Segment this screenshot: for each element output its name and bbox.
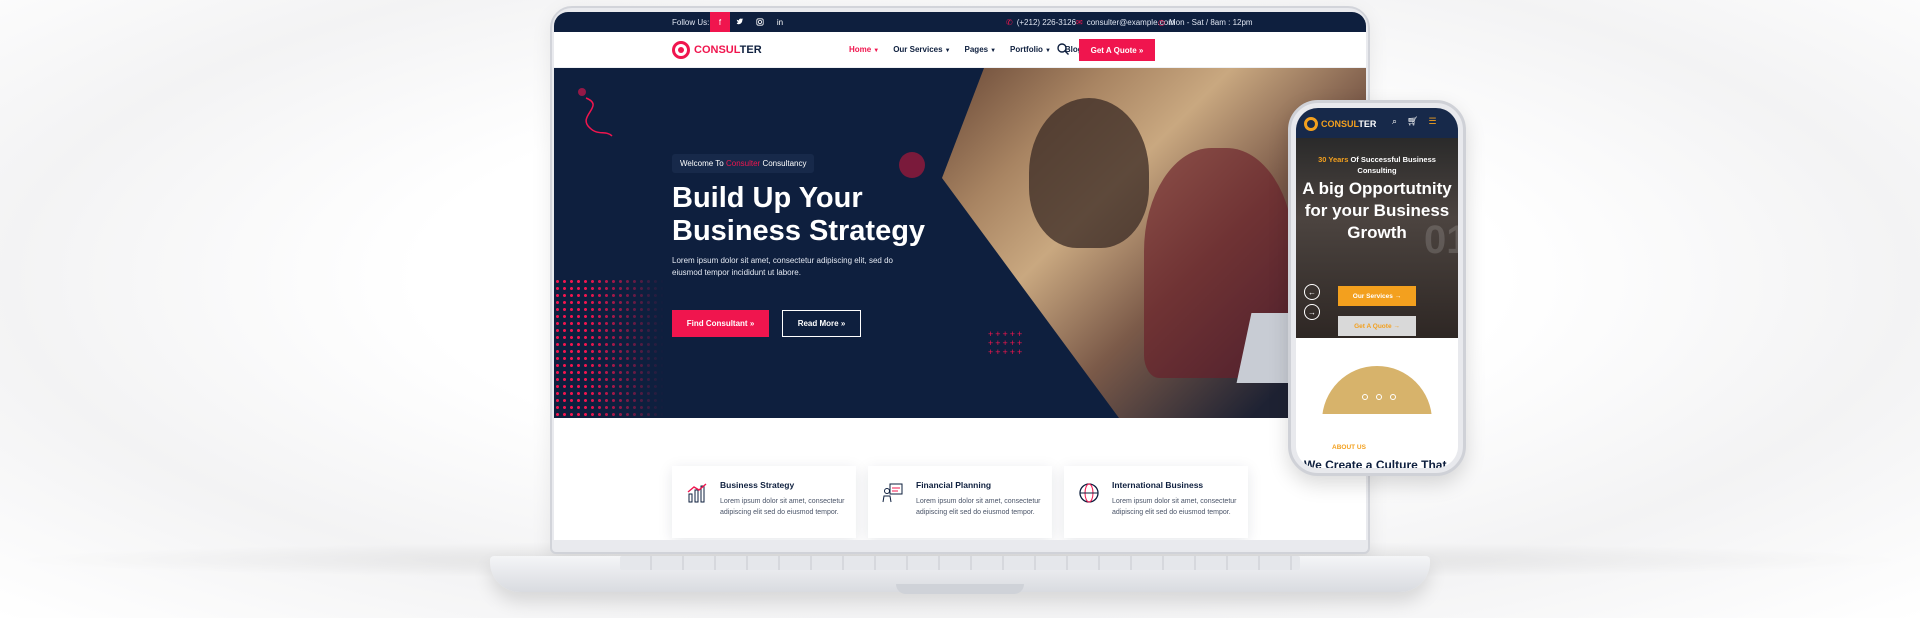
caret-down-icon: ▼ <box>1044 48 1051 54</box>
slider-dot[interactable] <box>1376 394 1382 400</box>
laptop-keyboard <box>620 556 1300 570</box>
nav-home[interactable]: Home ▼ <box>849 45 879 54</box>
top-bar: Follow Us: f in ✆ (+212) 226-3126 ✉ cons… <box>554 12 1366 32</box>
globe-icon <box>1079 483 1099 503</box>
caret-down-icon: ▼ <box>873 48 880 54</box>
service-title: International Business <box>1112 480 1204 490</box>
dot-pattern <box>554 278 664 418</box>
service-card-financial-planning[interactable]: Financial Planning Lorem ipsum dolor sit… <box>868 466 1052 538</box>
mobile-get-quote-button[interactable]: Get A Quote → <box>1338 316 1416 336</box>
plus-pattern: +++++ +++++ +++++ <box>988 329 1025 357</box>
slider-dot[interactable] <box>1390 394 1396 400</box>
nav-our-services[interactable]: Our Services ▼ <box>893 45 950 54</box>
hero-title: Build Up Your Business Strategy <box>672 182 926 247</box>
menu-icon[interactable]: ☰ <box>1428 116 1436 127</box>
about-label: ABOUT US <box>1332 444 1366 451</box>
hero-description: Lorem ipsum dolor sit amet, consectetur … <box>672 256 893 277</box>
mobile-header-icons: ⌕ 🛒︎ ☰ <box>1392 116 1437 127</box>
get-quote-button[interactable]: Get A Quote » <box>1079 39 1155 61</box>
logo-icon <box>1304 117 1318 131</box>
get-quote-label: Get A Quote <box>1090 45 1137 55</box>
decor-circle <box>899 152 925 178</box>
main-nav: Home ▼ Our Services ▼ Pages ▼ Portfolio ▼ Bl… <box>849 45 1091 54</box>
service-card-international-business[interactable]: International Business Lorem ipsum dolor… <box>1064 466 1248 538</box>
prev-arrow-icon[interactable]: ← <box>1304 284 1320 300</box>
hero-section: +++++ +++++ +++++ Welcome To Consulter Con… <box>554 68 1366 418</box>
phone-icon: ✆ <box>1006 18 1013 27</box>
site-header: CONSULTER Home ▼ Our Services ▼ Pages ▼ Por… <box>554 32 1366 68</box>
instagram-icon[interactable] <box>750 12 770 32</box>
phone-text: (+212) 226-3126 <box>1016 18 1077 27</box>
slider-dots <box>1362 394 1396 400</box>
find-consultant-button[interactable]: Find Consultant » <box>672 310 769 337</box>
about-heading: We Create a Culture That <box>1304 458 1447 468</box>
logo-text-part2: TER <box>739 44 762 56</box>
mobile-our-services-button[interactable]: Our Services → <box>1338 286 1416 306</box>
laptop-notch <box>896 584 1024 594</box>
squiggle-shape <box>578 88 613 137</box>
search-icon[interactable]: ⌕ <box>1392 116 1397 127</box>
presentation-icon <box>882 483 903 503</box>
logo-text-part1: CONSUL <box>694 44 740 56</box>
slider-dot[interactable] <box>1362 394 1368 400</box>
logo-icon <box>672 41 690 59</box>
caret-down-icon: ▼ <box>990 48 997 54</box>
clock-icon: ◷ <box>1158 18 1165 27</box>
mail-icon: ✉ <box>1076 18 1083 27</box>
mobile-hero: 30 Years Of Successful Business Consulti… <box>1296 138 1458 338</box>
hours-info: ◷ Mon - Sat / 8am : 12pm <box>1158 18 1253 27</box>
hours-text: Mon - Sat / 8am : 12pm <box>1168 18 1253 27</box>
service-description: Lorem ipsum dolor sit amet, consectetur … <box>1112 498 1237 516</box>
nav-portfolio[interactable]: Portfolio ▼ <box>1010 45 1051 54</box>
service-title: Financial Planning <box>916 480 992 490</box>
mobile-header: CONSULTER ⌕ 🛒︎ ☰ <box>1296 108 1458 138</box>
welcome-badge: Welcome To Consulter Consultancy <box>672 154 815 173</box>
nav-pages[interactable]: Pages ▼ <box>965 45 997 54</box>
next-arrow-icon[interactable]: → <box>1304 304 1320 320</box>
service-description: Lorem ipsum dolor sit amet, consectetur … <box>720 498 845 516</box>
twitter-icon[interactable] <box>730 12 750 32</box>
caret-down-icon: ▼ <box>944 48 951 54</box>
linkedin-icon[interactable]: in <box>770 12 790 32</box>
cart-icon[interactable]: 🛒︎ <box>1407 116 1418 127</box>
service-description: Lorem ipsum dolor sit amet, consectetur … <box>916 498 1041 516</box>
follow-label: Follow Us: <box>672 18 710 27</box>
mobile-logo[interactable]: CONSULTER <box>1304 117 1376 131</box>
phone-screen: CONSULTER ⌕ 🛒︎ ☰ 30 Years Of Successful … <box>1296 108 1458 468</box>
service-title: Business Strategy <box>720 480 795 490</box>
site-logo[interactable]: CONSULTER <box>672 41 762 59</box>
service-card-business-strategy[interactable]: Business Strategy Lorem ipsum dolor sit … <box>672 466 856 538</box>
read-more-button[interactable]: Read More » <box>782 310 861 337</box>
search-icon[interactable] <box>1056 42 1070 56</box>
bar-chart-icon <box>687 483 707 503</box>
facebook-icon[interactable]: f <box>710 12 730 32</box>
mobile-hero-subtitle: 30 Years Of Successful Business Consulti… <box>1318 155 1436 175</box>
phone-info[interactable]: ✆ (+212) 226-3126 <box>1006 18 1076 27</box>
slide-number: 01 <box>1424 218 1458 262</box>
laptop-screen: Follow Us: f in ✆ (+212) 226-3126 ✉ cons… <box>554 12 1366 540</box>
